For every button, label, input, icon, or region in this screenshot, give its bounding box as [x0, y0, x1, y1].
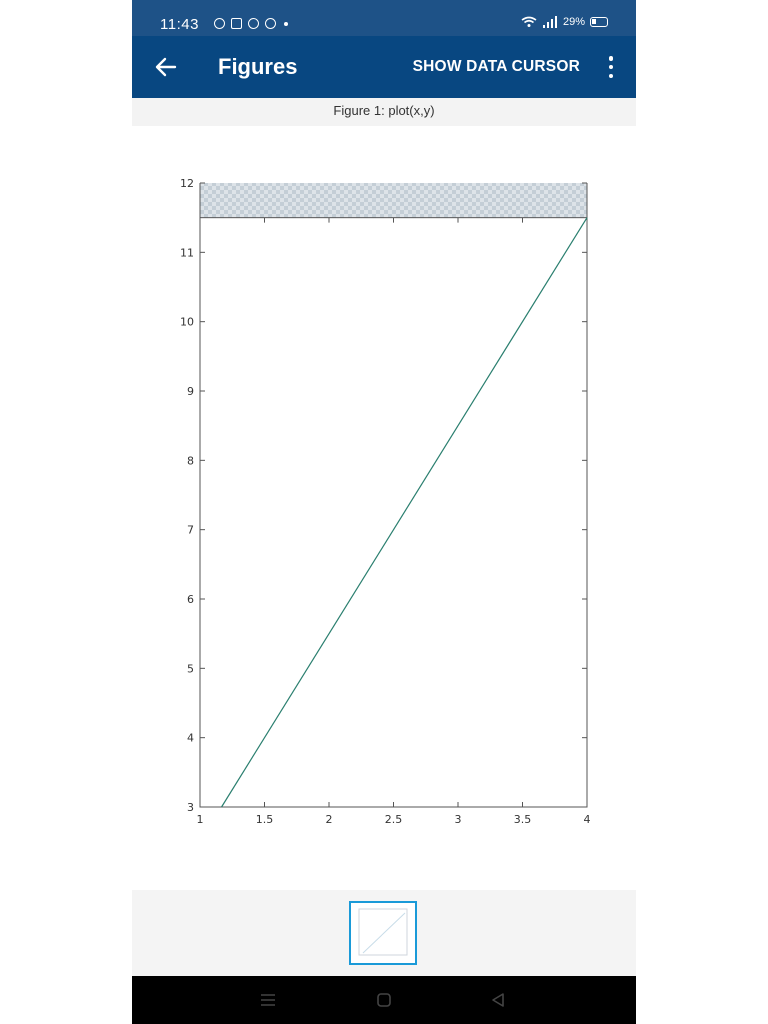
wifi-icon: [521, 16, 537, 27]
y-tick-label: 7: [187, 524, 194, 537]
calendar-icon: [231, 18, 242, 29]
navigation-bar: [132, 976, 636, 1024]
more-notifications-icon: [284, 21, 288, 26]
battery-icon: [590, 17, 608, 27]
notification-icons: [214, 18, 288, 29]
menu-icon: [261, 994, 275, 1006]
show-data-cursor-button[interactable]: SHOW DATA CURSOR: [413, 58, 580, 76]
more-vert-icon: [608, 56, 614, 61]
figure-plot[interactable]: 1 1.5 2 2.5 3 3.5 4 3 4 5 6 7 8 9 10 11 12: [132, 126, 636, 890]
x-tick-label: 4: [584, 813, 591, 826]
figure-header: Figure 1: plot(x,y): [132, 98, 636, 126]
thumbnail-preview: [358, 908, 408, 956]
recent-apps-button[interactable]: [258, 990, 278, 1010]
y-tick-label: 11: [180, 246, 194, 259]
status-time: 11:43: [160, 16, 199, 33]
y-tick-label: 12: [180, 177, 194, 190]
y-tick-label: 4: [187, 732, 194, 745]
y-tick-label: 5: [187, 662, 194, 675]
facebook-icon: [265, 18, 276, 29]
more-options-button[interactable]: [602, 54, 620, 80]
battery-percent: 29%: [562, 16, 585, 28]
y-tick-label: 6: [187, 593, 194, 606]
messenger-icon: [214, 18, 225, 29]
phone-screen: 11:43 29% Figures SHOW DATA CURSOR Figur…: [132, 0, 636, 1024]
status-bar: 11:43 29%: [132, 0, 636, 36]
y-tick-label: 10: [180, 316, 194, 329]
plot-svg: 1 1.5 2 2.5 3 3.5 4 3 4 5 6 7 8 9 10 11 12: [180, 177, 591, 826]
x-tick-label: 3: [455, 813, 462, 826]
home-button[interactable]: [374, 990, 394, 1010]
figure-thumbnail[interactable]: [349, 901, 417, 965]
triangle-back-icon: [492, 993, 504, 1007]
app-bar: Figures SHOW DATA CURSOR: [132, 36, 636, 98]
x-tick-label: 1: [197, 813, 204, 826]
page-title: Figures: [218, 54, 298, 79]
back-button[interactable]: [150, 52, 182, 82]
arrow-back-icon: [155, 57, 177, 77]
figure-thumbnail-strip: [132, 890, 636, 976]
series-line: [221, 217, 588, 808]
y-tick-label: 3: [187, 801, 194, 814]
x-tick-label: 1.5: [256, 813, 274, 826]
axes-box: [199, 217, 588, 808]
x-tick-label: 2.5: [385, 813, 403, 826]
checkered-band: [200, 183, 587, 218]
signal-icon: [542, 16, 557, 28]
x-tick-label: 3.5: [514, 813, 532, 826]
home-square-icon: [377, 993, 391, 1007]
system-status: 29%: [521, 16, 608, 28]
y-tick-label: 8: [187, 454, 194, 467]
message-icon: [248, 18, 259, 29]
back-nav-button[interactable]: [488, 990, 508, 1010]
y-tick-label: 9: [187, 385, 194, 398]
x-tick-label: 2: [326, 813, 333, 826]
